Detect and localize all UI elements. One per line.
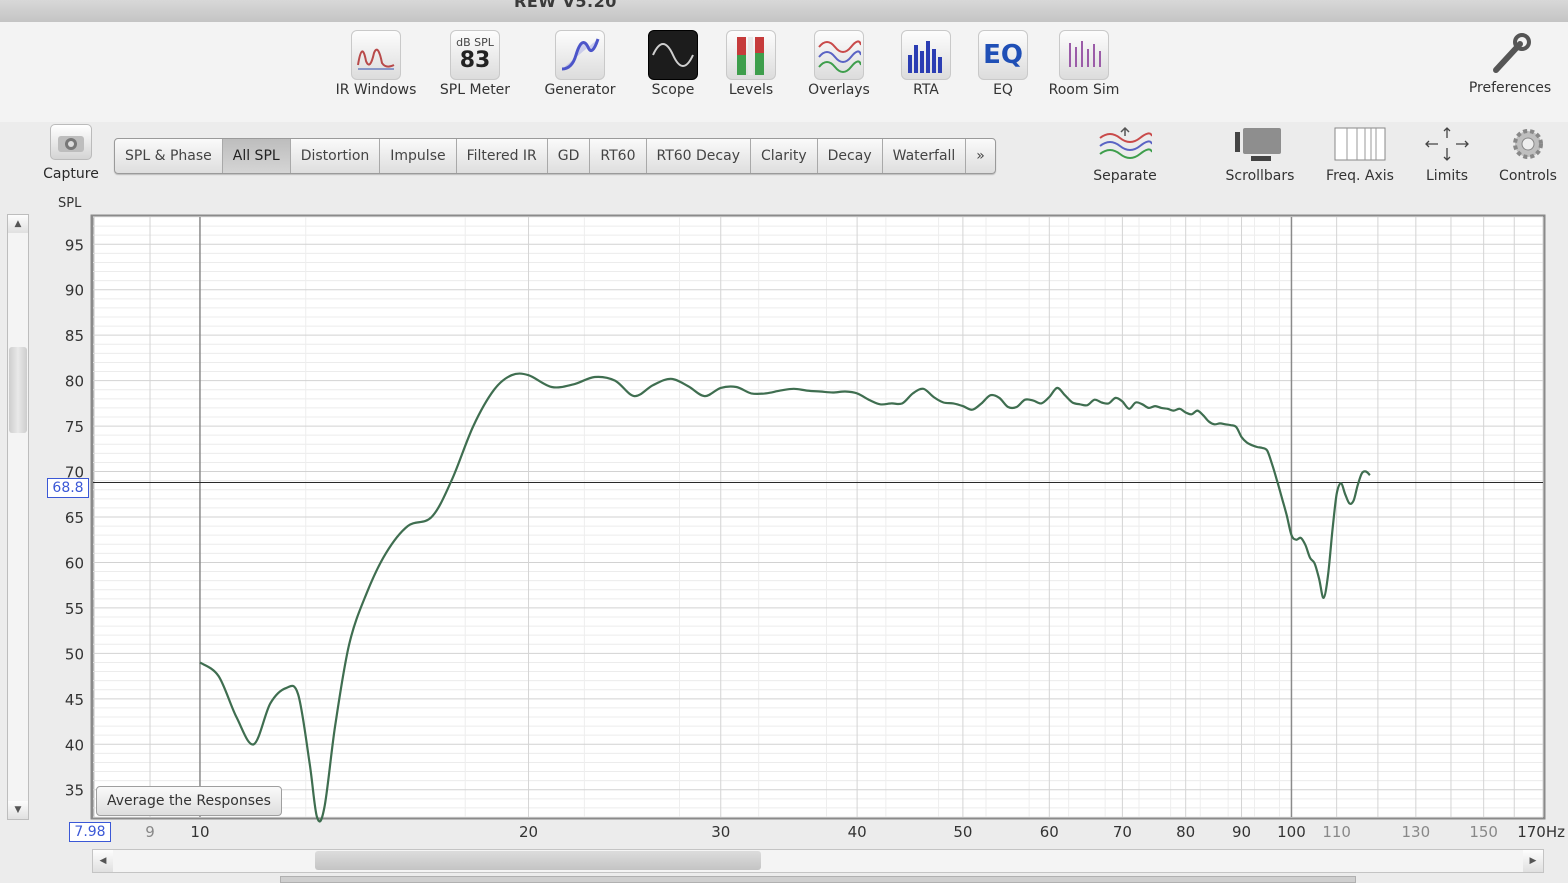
y-tick-label: 60: [65, 554, 84, 572]
bottom-panel-edge: [280, 876, 1356, 883]
x-tick-label: 9: [145, 823, 155, 841]
spl-graph[interactable]: 35 40 45 50 55 60 65 70 75 80 85 90 95 9 10 20 30 40 50 60…: [0, 0, 1568, 881]
x-tick-label: 60: [1040, 823, 1059, 841]
x-tick-label: 170Hz: [1517, 823, 1565, 841]
x-start-value: 7.98: [74, 824, 106, 840]
x-tick-label: 20: [519, 823, 538, 841]
x-tick-label: 40: [848, 823, 867, 841]
y-tick-label: 35: [65, 782, 84, 800]
x-tick-label: 80: [1176, 823, 1195, 841]
y-tick-label: 40: [65, 736, 84, 754]
horizontal-scrollbar[interactable]: ◀ ▶: [92, 849, 1544, 873]
cursor-level-value: 68.8: [52, 480, 84, 496]
cursor-level-readout[interactable]: 68.8: [47, 478, 89, 498]
y-tick-label: 55: [65, 600, 84, 618]
y-tick-label: 45: [65, 691, 84, 709]
y-tick-label: 75: [65, 418, 84, 436]
scroll-right-arrow-icon[interactable]: ▶: [1523, 850, 1543, 872]
scroll-left-arrow-icon[interactable]: ◀: [93, 850, 113, 872]
y-tick-label: 95: [65, 236, 84, 254]
x-tick-label: 110: [1322, 823, 1351, 841]
x-tick-label: 150: [1469, 823, 1498, 841]
x-tick-label: 130: [1402, 823, 1431, 841]
y-tick-label: 90: [65, 282, 84, 300]
average-responses-label: Average the Responses: [107, 793, 271, 809]
x-tick-label: 70: [1113, 823, 1132, 841]
y-tick-label: 80: [65, 373, 84, 391]
x-tick-label: 10: [190, 823, 209, 841]
x-tick-label: 30: [711, 823, 730, 841]
x-tick-label: 50: [953, 823, 972, 841]
y-tick-label: 50: [65, 645, 84, 663]
x-tick-labels: 9 10 20 30 40 50 60 70 80 90 100 110 130 150 170Hz: [145, 823, 1565, 841]
x-tick-label: 90: [1232, 823, 1251, 841]
y-tick-label: 65: [65, 509, 84, 527]
horizontal-scroll-thumb[interactable]: [315, 851, 761, 870]
average-responses-button[interactable]: Average the Responses: [96, 786, 282, 816]
x-start-readout[interactable]: 7.98: [69, 822, 111, 842]
x-tick-label: 100: [1277, 823, 1306, 841]
y-tick-labels: 35404550556065707580859095: [65, 236, 84, 799]
y-tick-label: 85: [65, 327, 84, 345]
